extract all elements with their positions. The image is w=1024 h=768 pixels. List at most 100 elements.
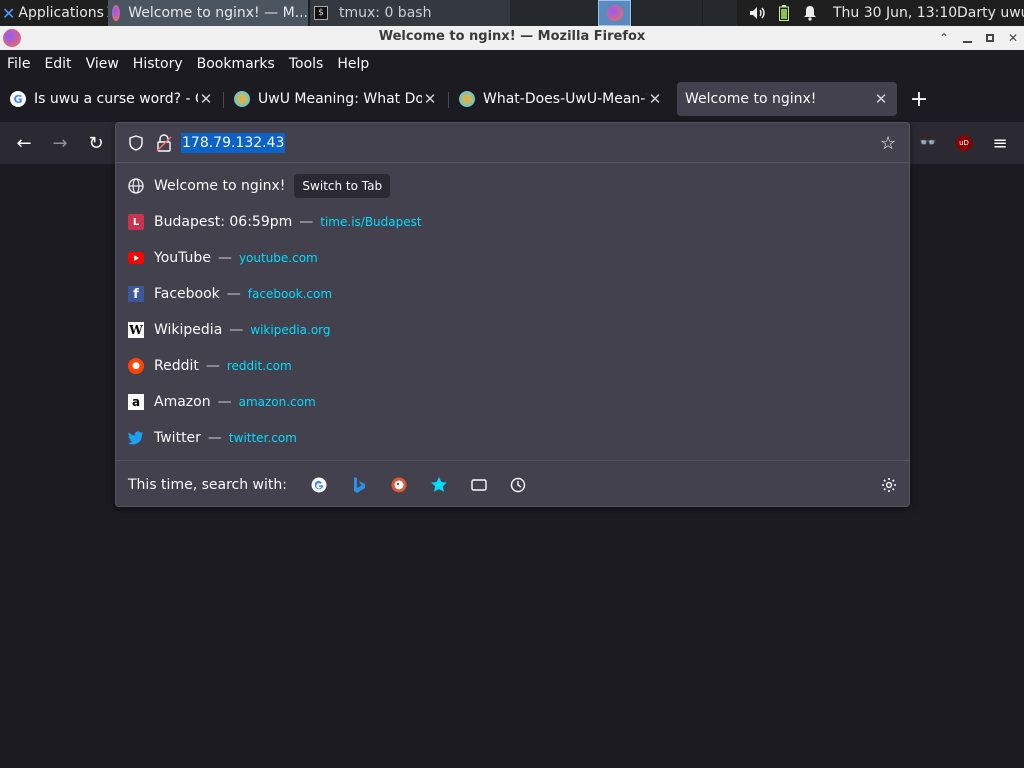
site-favicon-icon: ☻	[234, 91, 250, 107]
arrow-left-icon: ←	[16, 132, 32, 154]
taskbar-firefox-label: Welcome to nginx! — M...	[128, 5, 308, 21]
taskbar-tmux[interactable]: $ tmux: 0 bash	[310, 0, 510, 26]
urlbar-dropdown: 178.79.132.43 ☆ Welcome to nginx! Switch…	[115, 122, 910, 507]
volume-icon[interactable]	[748, 0, 768, 26]
history-icon[interactable]	[508, 475, 528, 495]
result-row-switch-tab[interactable]: Welcome to nginx! Switch to Tab	[116, 168, 909, 204]
result-row-budapest[interactable]: L Budapest: 06:59pm — time.is/Budapest	[116, 204, 909, 240]
taskbar-firefox[interactable]: Welcome to nginx! — M...	[108, 0, 308, 26]
tab-close-button[interactable]: ✕	[873, 90, 889, 108]
result-url: wikipedia.org	[250, 323, 331, 337]
result-row-twitter[interactable]: Twitter — twitter.com	[116, 420, 909, 456]
menu-bookmarks[interactable]: Bookmarks	[197, 56, 275, 72]
globe-icon	[128, 178, 144, 194]
workspace-1[interactable]	[598, 0, 631, 26]
extension-button[interactable]: 👓	[916, 132, 940, 154]
result-row-reddit[interactable]: ● Reddit — reddit.com	[116, 348, 909, 384]
tab-close-button[interactable]: ✕	[422, 90, 438, 108]
result-url: time.is/Budapest	[320, 215, 422, 229]
bookmarks-icon[interactable]	[429, 475, 449, 495]
time-is-icon: L	[128, 214, 144, 230]
result-url: amazon.com	[238, 395, 316, 409]
window-close-button[interactable]: ✕	[1004, 29, 1022, 47]
result-row-wikipedia[interactable]: W Wikipedia — wikipedia.org	[116, 312, 909, 348]
applications-label: Applications	[18, 5, 104, 21]
result-title: Wikipedia	[154, 322, 223, 338]
result-title: Amazon	[154, 394, 211, 410]
new-tab-button[interactable]: +	[908, 87, 930, 112]
result-title: Twitter	[154, 430, 201, 446]
duckduckgo-icon[interactable]	[389, 475, 409, 495]
url-input[interactable]: 178.79.132.43	[181, 133, 286, 153]
workspace-3[interactable]	[703, 0, 737, 26]
one-off-search-bar: This time, search with:	[116, 460, 909, 508]
forward-button[interactable]: →	[48, 132, 72, 154]
menu-view[interactable]: View	[86, 56, 119, 72]
back-button[interactable]: ←	[12, 132, 36, 154]
workspace-2[interactable]	[632, 0, 702, 26]
menu-help[interactable]: Help	[337, 56, 369, 72]
menu-file[interactable]: File	[7, 56, 30, 72]
tab-close-button[interactable]: ✕	[647, 90, 663, 108]
amazon-icon: a	[128, 394, 144, 410]
applications-menu[interactable]: ✕ Applications Ξ	[0, 0, 108, 26]
hamburger-menu-icon: ≡	[992, 132, 1008, 154]
wikipedia-icon: W	[128, 322, 144, 338]
result-row-youtube[interactable]: YouTube — youtube.com	[116, 240, 909, 276]
menu-edit[interactable]: Edit	[44, 56, 71, 72]
tab-4-selected[interactable]: Welcome to nginx! ✕	[677, 82, 897, 116]
tab-label: Welcome to nginx!	[685, 91, 817, 107]
window-title: Welcome to nginx! — Mozilla Firefox	[378, 29, 646, 44]
result-separator: —	[226, 286, 241, 302]
result-separator: —	[205, 358, 220, 374]
tab-strip: G Is uwu a curse word? - Go ✕ ☻ UwU Mean…	[0, 78, 1024, 122]
ublock-button[interactable]: uD	[952, 132, 976, 154]
minimize-icon	[962, 41, 972, 43]
menu-history[interactable]: History	[133, 56, 183, 72]
result-row-facebook[interactable]: f Facebook — facebook.com	[116, 276, 909, 312]
window-shade-button[interactable]: ⌃	[935, 29, 953, 47]
window-minimize-button[interactable]	[958, 29, 976, 47]
window-maximize-button[interactable]	[981, 29, 999, 47]
insecure-lock-icon[interactable]	[156, 134, 172, 156]
shield-icon[interactable]	[128, 135, 144, 155]
tab-close-button[interactable]: ✕	[198, 90, 214, 108]
reload-button[interactable]: ↻	[84, 132, 108, 154]
notification-bell-icon[interactable]	[802, 0, 818, 26]
google-icon[interactable]	[309, 475, 329, 495]
arrow-right-icon: →	[52, 132, 68, 154]
urlbar[interactable]: 178.79.132.43 ☆	[116, 123, 909, 163]
user-menu[interactable]: Darty uwu	[957, 0, 1024, 26]
battery-icon[interactable]	[777, 0, 791, 26]
tabs-icon[interactable]	[469, 475, 489, 495]
app-menu-button[interactable]: ≡	[988, 132, 1012, 154]
ublock-icon: uD	[956, 135, 972, 151]
tab-label: Is uwu a curse word? - Go	[34, 91, 198, 107]
tab-2[interactable]: ☻ UwU Meaning: What Doe ✕	[226, 82, 446, 116]
firefox-icon	[606, 5, 623, 21]
result-separator: —	[217, 394, 232, 410]
result-url: twitter.com	[228, 431, 297, 445]
facebook-icon: f	[128, 286, 144, 302]
result-row-amazon[interactable]: a Amazon — amazon.com	[116, 384, 909, 420]
tab-1[interactable]: G Is uwu a curse word? - Go ✕	[2, 82, 222, 116]
tab-label: What-Does-UwU-Mean-1	[483, 91, 647, 107]
tab-separator	[448, 92, 449, 108]
tab-3[interactable]: ☻ What-Does-UwU-Mean-1 ✕	[451, 82, 671, 116]
result-url: reddit.com	[226, 359, 292, 373]
workspace-area	[510, 0, 598, 26]
gear-icon[interactable]	[879, 475, 899, 495]
result-url: youtube.com	[238, 251, 318, 265]
result-title: Reddit	[154, 358, 199, 374]
bookmark-star-icon[interactable]: ☆	[880, 133, 896, 154]
menu-tools[interactable]: Tools	[289, 56, 324, 72]
result-separator: —	[217, 250, 232, 266]
desktop-panel: ✕ Applications Ξ Welcome to nginx! — M..…	[0, 0, 1024, 26]
firefox-icon	[112, 5, 121, 21]
clock[interactable]: Thu 30 Jun, 13:10	[833, 0, 957, 26]
bing-icon[interactable]	[349, 475, 369, 495]
twitter-icon	[128, 430, 144, 446]
search-with-label: This time, search with:	[128, 477, 287, 493]
window-titlebar[interactable]: Welcome to nginx! — Mozilla Firefox ⌃ ✕	[0, 26, 1024, 50]
result-title: Budapest: 06:59pm	[154, 214, 293, 230]
